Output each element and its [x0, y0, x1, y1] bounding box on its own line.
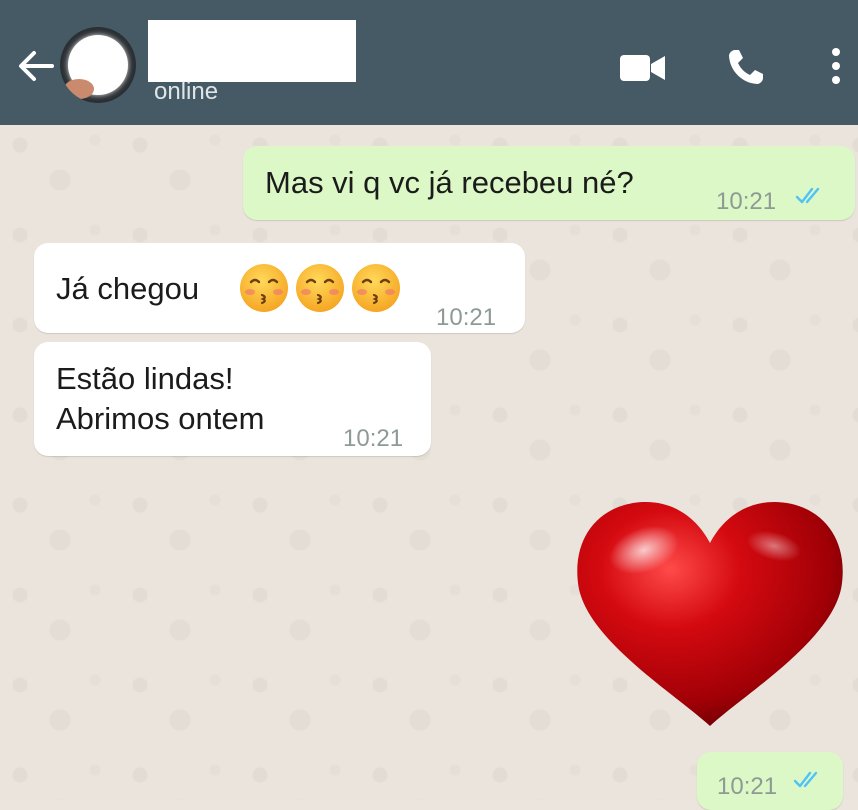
message-text: Já chegou: [56, 271, 200, 306]
video-call-icon[interactable]: [620, 54, 666, 82]
phone-call-icon[interactable]: [726, 47, 766, 87]
message-time: 10:21: [436, 304, 497, 331]
message-time: 10:21: [716, 188, 777, 215]
read-ticks-icon: [795, 187, 820, 204]
message-outgoing-sticker-meta[interactable]: 10:21: [697, 752, 843, 810]
message-text: Mas vi q vc já recebeu né?: [265, 165, 634, 200]
read-ticks-icon: [793, 771, 818, 788]
avatar-detail: [64, 79, 94, 99]
message-incoming[interactable]: Estão lindas! Abrimos ontem 10:21: [34, 342, 431, 456]
kissing-face-emoji: [352, 264, 400, 312]
message-text-line: Abrimos ontem: [56, 401, 265, 436]
kissing-face-emoji: [240, 264, 288, 312]
more-menu-icon[interactable]: [826, 46, 846, 86]
contact-name-redacted[interactable]: [148, 20, 356, 82]
emoji-group: [234, 262, 402, 314]
message-text-line: Estão lindas!: [56, 361, 234, 396]
message-incoming[interactable]: Já chegou 10:21: [34, 243, 525, 333]
chat-header: online: [0, 0, 858, 125]
back-arrow-icon[interactable]: [16, 48, 56, 84]
contact-avatar[interactable]: [60, 27, 136, 103]
message-outgoing[interactable]: Mas vi q vc já recebeu né? 10:21: [243, 146, 855, 220]
message-time: 10:21: [717, 773, 778, 800]
kissing-face-emoji: [296, 264, 344, 312]
contact-status: online: [154, 78, 219, 105]
red-heart-sticker[interactable]: [574, 498, 846, 730]
message-time: 10:21: [343, 425, 404, 452]
